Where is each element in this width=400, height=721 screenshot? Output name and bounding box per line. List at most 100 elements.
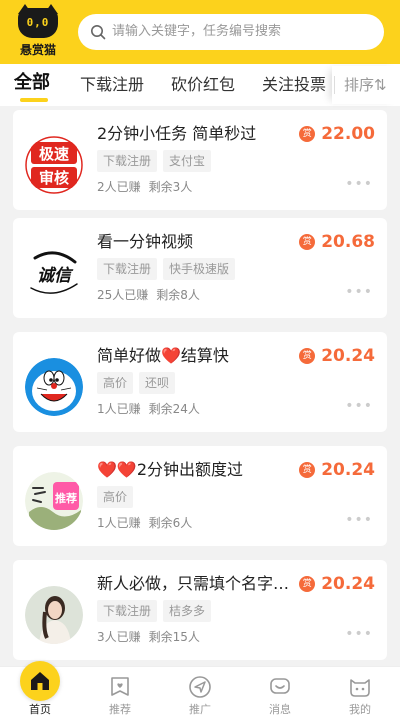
tab-download-register[interactable]: 下载注册 bbox=[80, 74, 144, 96]
task-card[interactable]: 诚信 看一分钟视频 下载注册 快手极速版 25人已赚 剩余8人 赏 20.68 •… bbox=[13, 218, 387, 318]
task-reward: 赏 20.68 bbox=[299, 230, 375, 254]
task-stats: 3人已赚 剩余15人 bbox=[97, 628, 208, 646]
reward-badge-icon: 赏 bbox=[299, 462, 316, 478]
earned-count: 25人已赚 bbox=[97, 288, 149, 302]
tab-follow-vote[interactable]: 关注投票 bbox=[262, 74, 326, 96]
task-tag: 下载注册 bbox=[97, 600, 158, 622]
person-photo-icon bbox=[25, 586, 83, 644]
task-stats: 2人已赚 剩余3人 bbox=[97, 178, 200, 196]
task-card[interactable]: 简单好做❤️结算快 高价 还呗 1人已赚 剩余24人 赏 20.24 ••• bbox=[13, 332, 387, 432]
nav-item-promote[interactable]: 推广 bbox=[160, 667, 240, 721]
nav-item-profile[interactable]: 我的 bbox=[320, 667, 400, 721]
earned-count: 2人已赚 bbox=[97, 180, 141, 194]
more-options-icon[interactable]: ••• bbox=[345, 398, 373, 414]
promote-icon bbox=[189, 676, 211, 698]
nav-item-home[interactable]: 首页 bbox=[0, 661, 80, 721]
avatar-text: 诚信 bbox=[37, 266, 74, 286]
sort-label: 排序⇅ bbox=[344, 76, 387, 94]
task-tag: 高价 bbox=[97, 486, 134, 508]
more-options-icon[interactable]: ••• bbox=[345, 512, 373, 528]
search-icon bbox=[91, 25, 106, 40]
reward-amount: 20.24 bbox=[321, 574, 375, 594]
avatar-text-bottom: 审核 bbox=[39, 169, 69, 187]
cat-profile-icon bbox=[350, 679, 370, 697]
message-icon bbox=[270, 678, 290, 694]
nav-item-message[interactable]: 消息 bbox=[240, 667, 320, 721]
remaining-count: 剩余3人 bbox=[148, 180, 193, 194]
task-tag: 支付宝 bbox=[163, 150, 212, 172]
home-icon bbox=[31, 672, 49, 690]
tuijian-icon: 推荐 bbox=[25, 472, 83, 530]
sort-button[interactable]: 排序⇅ bbox=[332, 66, 400, 104]
task-tags: 高价 还呗 bbox=[97, 372, 176, 394]
avatar-text-top: 极速 bbox=[39, 145, 69, 163]
reward-amount: 20.24 bbox=[321, 460, 375, 480]
app-logo: 0,0 悬赏猫 bbox=[10, 4, 66, 60]
reward-badge-icon: 赏 bbox=[299, 348, 316, 364]
search-placeholder: 请输入关键字，任务编号搜索 bbox=[112, 24, 282, 39]
task-tags: 高价 bbox=[97, 486, 134, 508]
nav-label: 消息 bbox=[269, 703, 291, 716]
task-title: 简单好做❤️结算快 bbox=[97, 346, 229, 365]
task-reward: 赏 20.24 bbox=[299, 344, 375, 368]
nav-item-recommend[interactable]: 推荐 bbox=[80, 667, 160, 721]
reward-amount: 22.00 bbox=[321, 124, 375, 144]
task-tag: 桔多多 bbox=[163, 600, 212, 622]
task-tag: 下载注册 bbox=[97, 258, 158, 280]
sort-divider bbox=[334, 76, 335, 94]
task-card[interactable]: 推荐 ❤️❤️2分钟出额度过 高价 1人已赚 剩余6人 赏 20.24 ••• bbox=[13, 446, 387, 546]
active-tab-indicator bbox=[20, 98, 48, 102]
reward-amount: 20.24 bbox=[321, 346, 375, 366]
earned-count: 1人已赚 bbox=[97, 402, 141, 416]
tab-all[interactable]: 全部 bbox=[14, 72, 50, 94]
earned-count: 1人已赚 bbox=[97, 516, 141, 530]
more-options-icon[interactable]: ••• bbox=[345, 626, 373, 642]
task-tag: 高价 bbox=[97, 372, 134, 394]
task-tags: 下载注册 桔多多 bbox=[97, 600, 212, 622]
avatar-text: 推荐 bbox=[55, 491, 77, 505]
task-card[interactable]: 极速 审核 2分钟小任务 简单秒过 下载注册 支付宝 2人已赚 剩余3人 赏 22… bbox=[13, 110, 387, 210]
tab-bargain-redpacket[interactable]: 砍价红包 bbox=[171, 74, 235, 96]
nav-label: 推荐 bbox=[109, 703, 131, 716]
task-tag: 快手极速版 bbox=[163, 258, 236, 280]
nav-label: 我的 bbox=[349, 703, 371, 716]
search-input[interactable]: 请输入关键字，任务编号搜索 bbox=[78, 14, 384, 50]
task-tags: 下载注册 快手极速版 bbox=[97, 258, 236, 280]
task-reward: 赏 20.24 bbox=[299, 458, 375, 482]
more-options-icon[interactable]: ••• bbox=[345, 176, 373, 192]
remaining-count: 剩余15人 bbox=[148, 630, 200, 644]
task-tag: 下载注册 bbox=[97, 150, 158, 172]
task-reward: 赏 22.00 bbox=[299, 122, 375, 146]
bottom-nav: 首页 推荐 推广 消息 我的 bbox=[0, 661, 400, 721]
jisu-shenhe-icon: 极速 审核 bbox=[25, 136, 83, 194]
task-title: 2分钟小任务 简单秒过 bbox=[97, 124, 257, 143]
logo-text: 悬赏猫 bbox=[19, 43, 56, 57]
nav-label: 首页 bbox=[29, 703, 51, 716]
task-list: 极速 审核 2分钟小任务 简单秒过 下载注册 支付宝 2人已赚 剩余3人 赏 22… bbox=[0, 106, 400, 666]
more-options-icon[interactable]: ••• bbox=[345, 284, 373, 300]
task-tag: 还呗 bbox=[139, 372, 176, 394]
remaining-count: 剩余6人 bbox=[148, 516, 193, 530]
task-title: 新人必做，只需填个名字… bbox=[97, 574, 290, 593]
reward-amount: 20.68 bbox=[321, 232, 375, 252]
task-stats: 25人已赚 剩余8人 bbox=[97, 286, 208, 304]
logo-face-text: 0,0 bbox=[26, 16, 50, 29]
task-stats: 1人已赚 剩余6人 bbox=[97, 514, 200, 532]
earned-count: 3人已赚 bbox=[97, 630, 141, 644]
reward-badge-icon: 赏 bbox=[299, 234, 316, 250]
remaining-count: 剩余8人 bbox=[156, 288, 200, 302]
task-title: ❤️❤️2分钟出额度过 bbox=[97, 460, 244, 479]
task-card[interactable]: 新人必做，只需填个名字… 下载注册 桔多多 3人已赚 剩余15人 赏 20.24 … bbox=[13, 560, 387, 660]
task-tags: 下载注册 支付宝 bbox=[97, 150, 212, 172]
remaining-count: 剩余24人 bbox=[148, 402, 200, 416]
task-reward: 赏 20.24 bbox=[299, 572, 375, 596]
task-stats: 1人已赚 剩余24人 bbox=[97, 400, 208, 418]
chengxin-calligraphy-icon: 诚信 bbox=[25, 244, 83, 302]
doraemon-icon bbox=[25, 358, 83, 416]
task-title: 看一分钟视频 bbox=[97, 232, 194, 251]
top-header: 0,0 悬赏猫 请输入关键字，任务编号搜索 bbox=[0, 0, 400, 64]
nav-label: 推广 bbox=[189, 703, 211, 716]
reward-badge-icon: 赏 bbox=[299, 576, 316, 592]
recommend-icon bbox=[111, 677, 129, 696]
reward-badge-icon: 赏 bbox=[299, 126, 316, 142]
